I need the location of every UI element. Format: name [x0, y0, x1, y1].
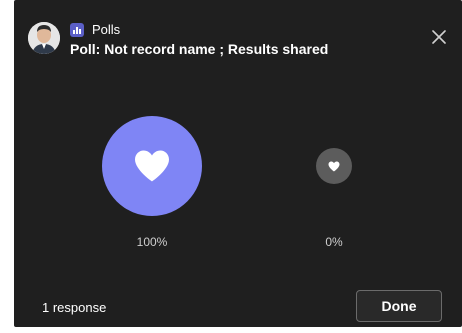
poll-header: Polls Poll: Not record name ; Results sh… — [28, 18, 448, 62]
poll-title: Poll: Not record name ; Results shared — [70, 41, 329, 57]
close-icon[interactable] — [432, 30, 446, 44]
done-button[interactable]: Done — [356, 290, 442, 322]
response-count: 1 response — [42, 300, 107, 315]
option-1-percent: 100% — [136, 235, 168, 249]
avatar — [28, 22, 60, 54]
option-1-result-circle — [102, 116, 202, 216]
close-button[interactable] — [430, 28, 448, 46]
heart-icon — [135, 150, 169, 182]
option-2-percent: 0% — [325, 235, 343, 249]
app-name: Polls — [92, 22, 121, 37]
app-label-row: Polls — [70, 22, 120, 38]
heart-icon — [328, 161, 340, 171]
person-icon — [28, 22, 60, 54]
poll-results-card: Polls Poll: Not record name ; Results sh… — [14, 0, 462, 327]
option-2-result-circle — [316, 148, 352, 184]
polls-app-icon — [70, 23, 84, 37]
